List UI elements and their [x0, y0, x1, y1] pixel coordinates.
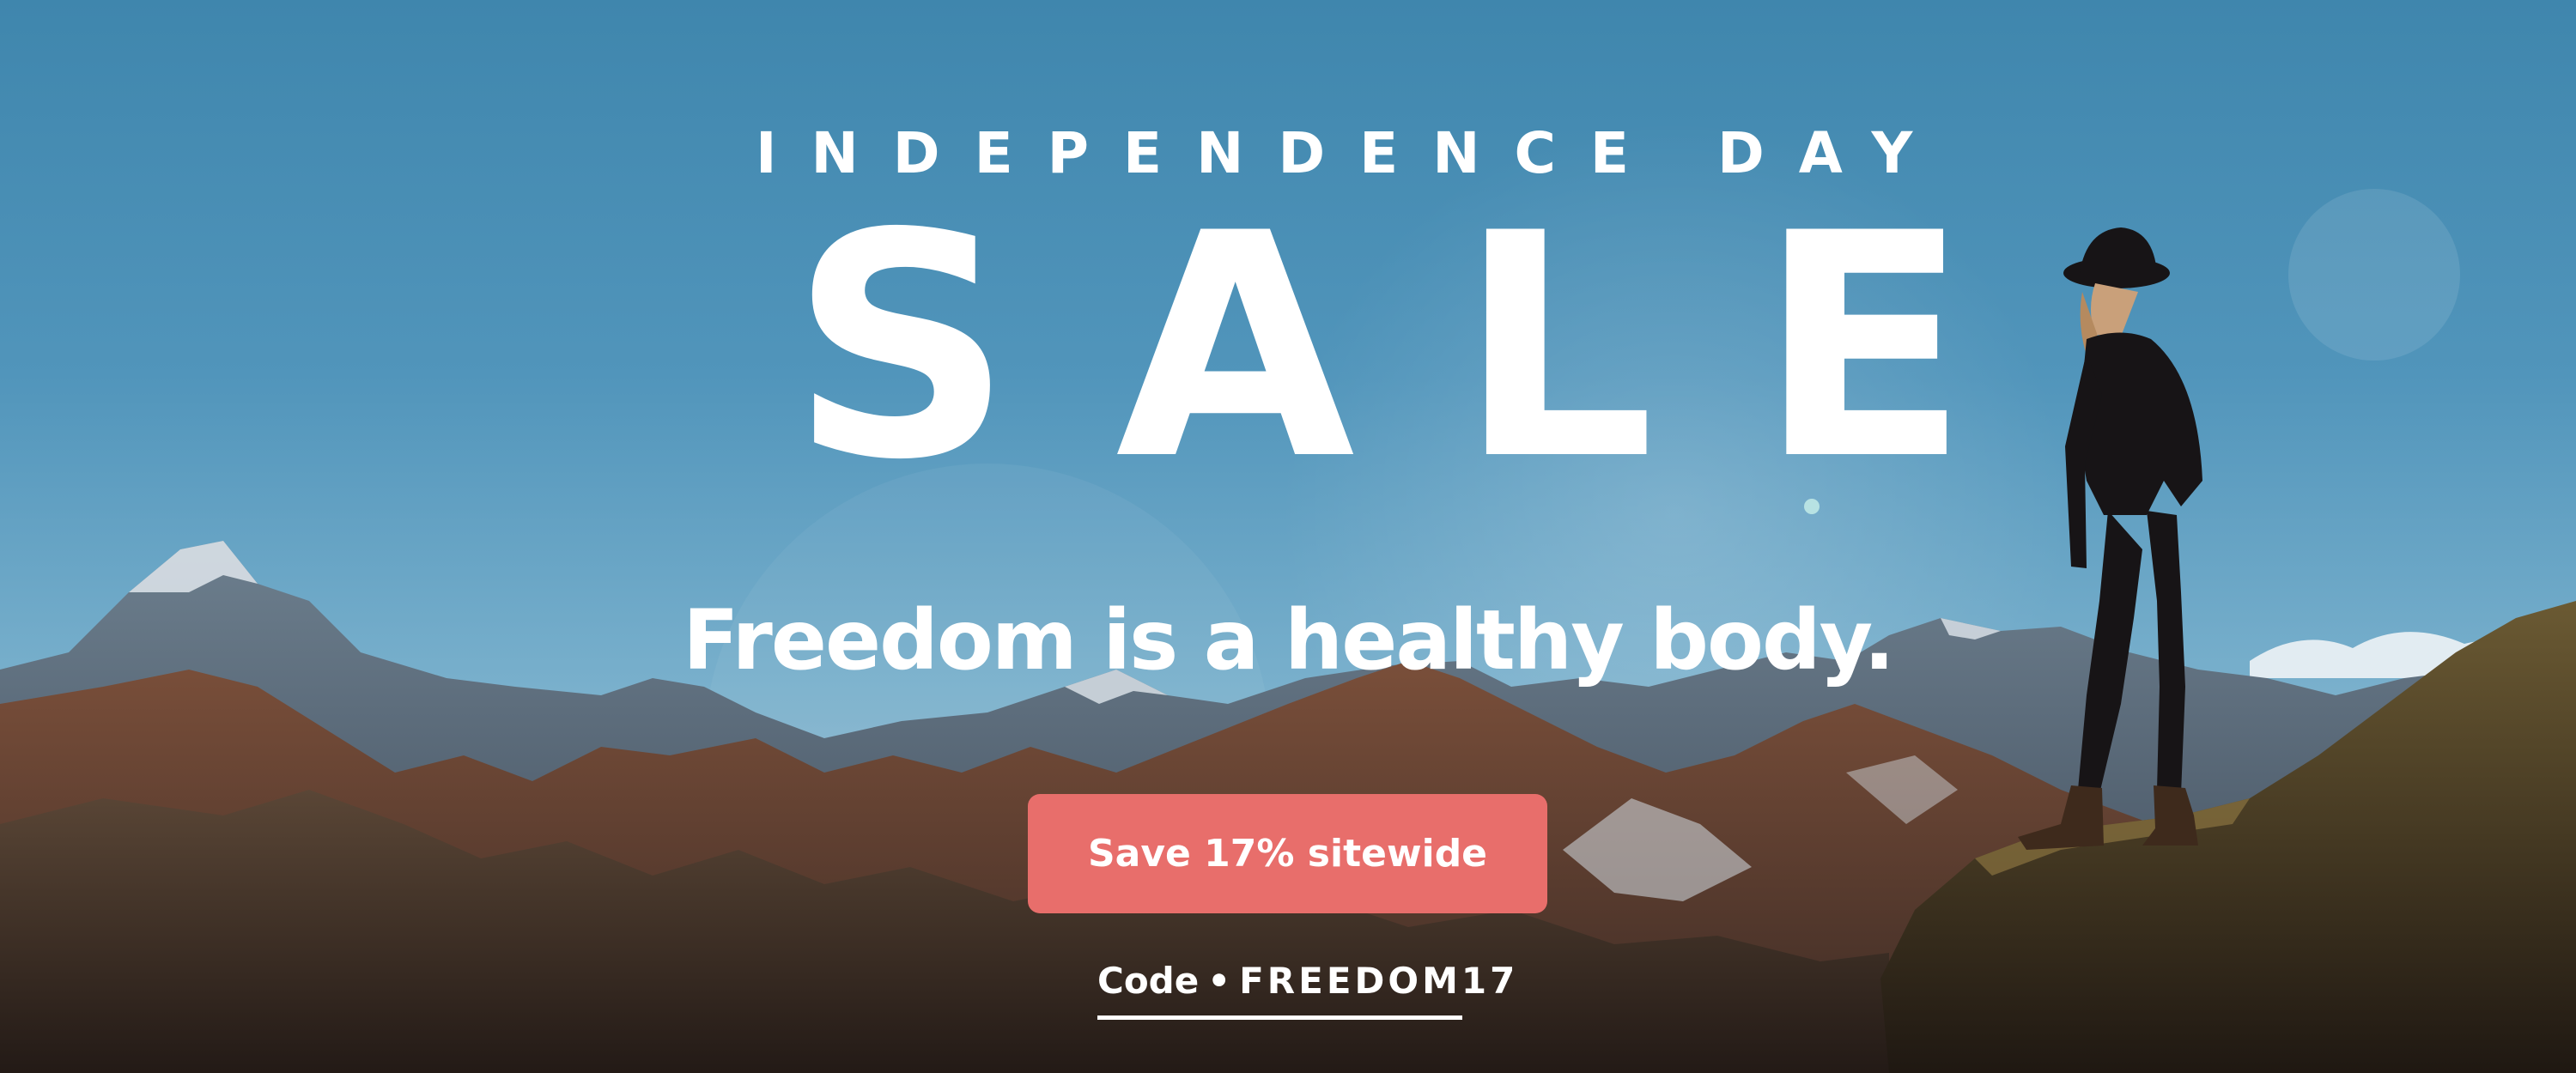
hero-content: INDEPENDENCE DAY SALE Freedom is a healt…	[0, 0, 2576, 1073]
promo-code-value: FREEDOM17	[1239, 960, 1519, 1002]
promo-code-link[interactable]: Code • FREEDOM17	[1097, 960, 1515, 1020]
tagline: Freedom is a healthy body.	[683, 592, 1895, 688]
promo-code-label: Code	[1097, 960, 1200, 1002]
promo-code-separator: •	[1207, 960, 1231, 1002]
sale-headline: SALE	[790, 167, 2073, 527]
save-sitewide-button[interactable]: Save 17% sitewide	[1028, 794, 1547, 913]
hero-banner: INDEPENDENCE DAY SALE Freedom is a healt…	[0, 0, 2576, 1073]
